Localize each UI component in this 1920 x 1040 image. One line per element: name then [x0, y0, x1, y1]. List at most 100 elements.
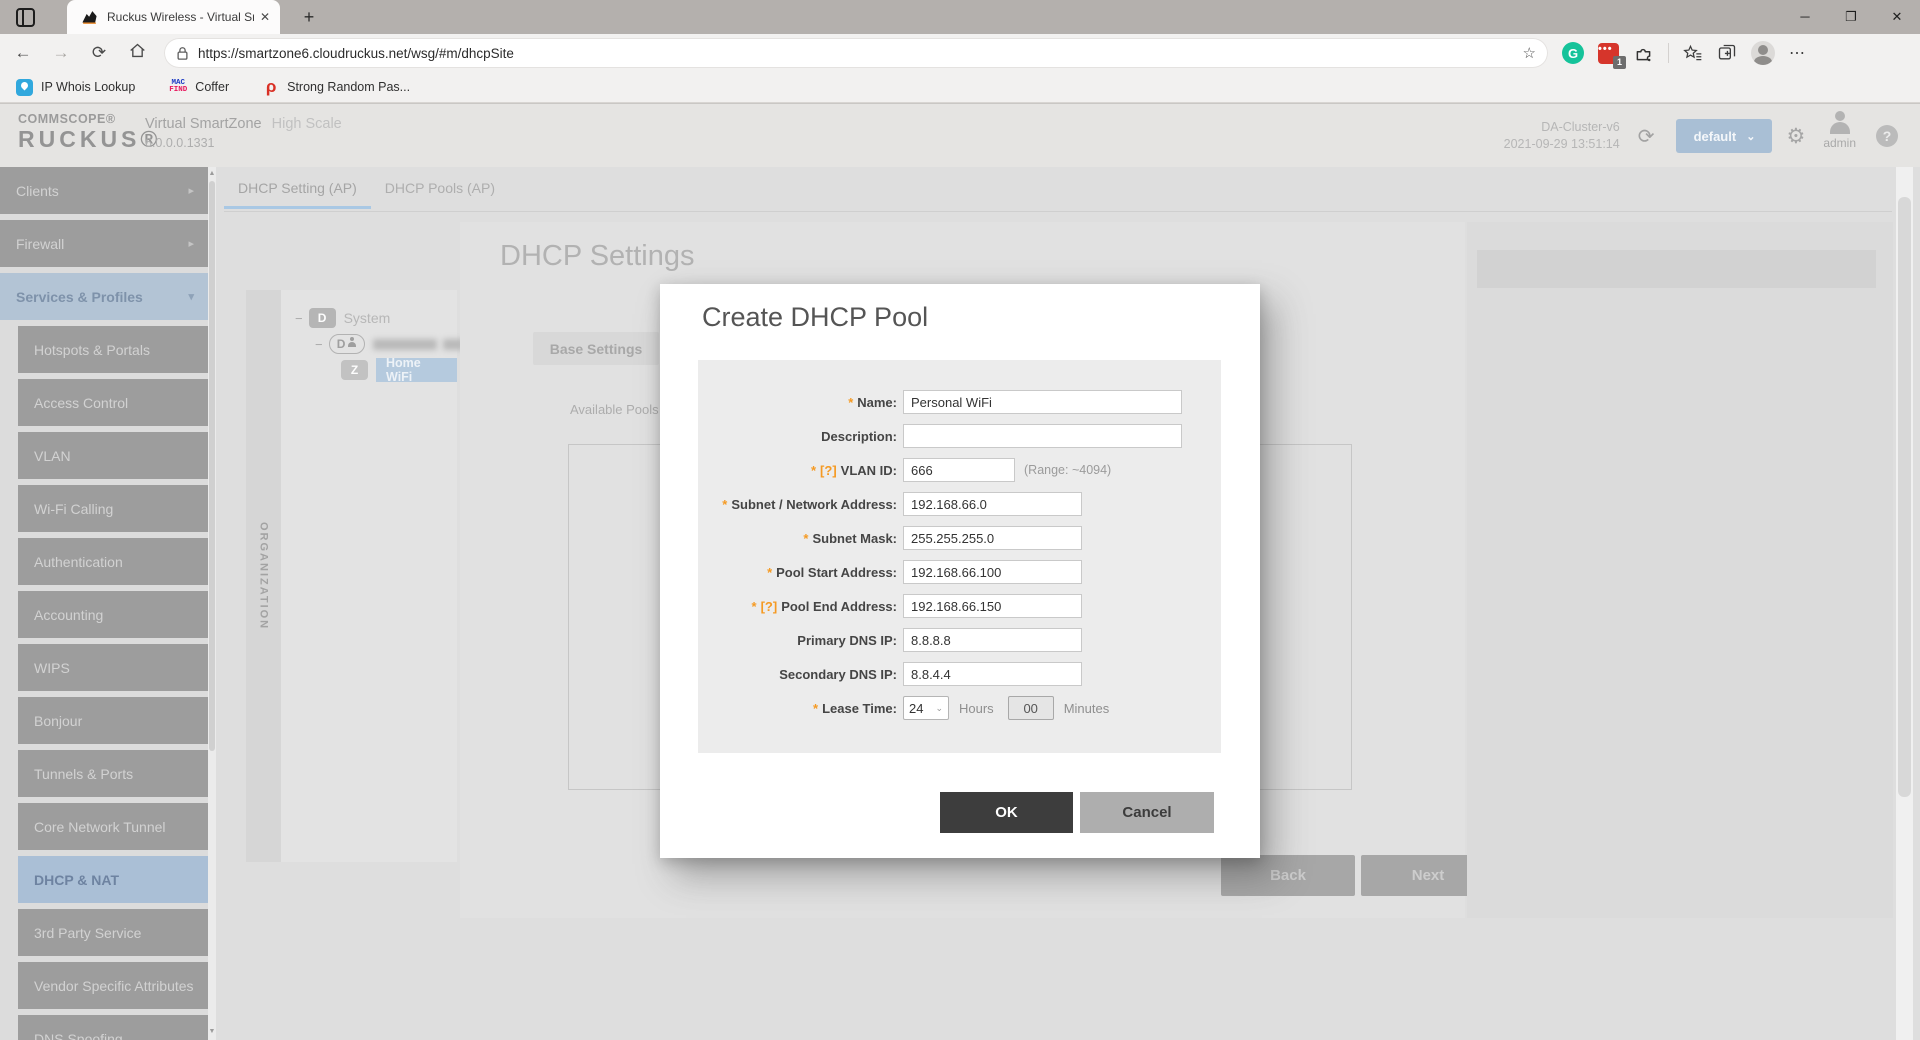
refresh-button[interactable]: ⟳ [84, 43, 114, 63]
address-bar[interactable]: https://smartzone6.cloudruckus.net/wsg/#… [164, 38, 1548, 68]
window-restore-button[interactable]: ❐ [1828, 0, 1874, 33]
url-text[interactable]: https://smartzone6.cloudruckus.net/wsg/#… [198, 46, 1523, 61]
scroll-up-icon[interactable]: ▲ [208, 170, 216, 177]
form-row-subnet-mask: *Subnet Mask: [698, 521, 1221, 555]
sidebar-scrollbar[interactable] [208, 167, 216, 1040]
sidebar-item-vlan[interactable]: VLAN [18, 432, 208, 479]
help-icon: [?] [761, 599, 778, 614]
sidebar-item-hotspots-portals[interactable]: Hotspots & Portals [18, 326, 208, 373]
base-settings-step[interactable]: Base Settings [533, 332, 659, 365]
home-button[interactable] [122, 42, 152, 64]
chevron-right-icon: ▸ [188, 237, 194, 250]
selected-zone[interactable]: Home WiFi [376, 358, 457, 382]
tab-close-icon[interactable]: ✕ [260, 10, 270, 24]
subnet-network-input[interactable] [903, 492, 1082, 516]
tab-dhcp-pools-ap[interactable]: DHCP Pools (AP) [371, 180, 509, 209]
sidebar-item-dhcp-nat[interactable]: DHCP & NAT [18, 856, 208, 903]
bookmark-coffer[interactable]: MAC FIND Coffer [169, 80, 229, 94]
collapse-icon[interactable]: − [315, 337, 323, 352]
sidebar-item-firewall[interactable]: Firewall ▸ [0, 220, 208, 267]
user-icon [1830, 122, 1850, 134]
name-input[interactable] [903, 390, 1182, 414]
domain-badge: D [309, 308, 336, 328]
organization-strip[interactable]: ORGANIZATION [246, 290, 281, 862]
sidebar-item-accounting[interactable]: Accounting [18, 591, 208, 638]
browser-tab[interactable]: Ruckus Wireless - Virtual SmartZ ✕ [67, 0, 280, 34]
extension-icon[interactable] [1633, 43, 1654, 64]
window-close-button[interactable]: ✕ [1874, 0, 1920, 33]
sidebar-item-bonjour[interactable]: Bonjour [18, 697, 208, 744]
sidebar-item-core-network-tunnel[interactable]: Core Network Tunnel [18, 803, 208, 850]
chevron-down-icon: ▾ [188, 290, 194, 303]
bookmark-strong-random[interactable]: ρ Strong Random Pas... [263, 79, 410, 95]
back-button[interactable]: Back [1221, 855, 1355, 896]
password-extension-icon[interactable]: ••• 1 [1598, 43, 1619, 64]
lease-hours-select[interactable]: 24 ⌄ [903, 696, 949, 720]
new-tab-button[interactable]: + [296, 4, 322, 30]
vlan-range-hint: (Range: ~4094) [1024, 463, 1111, 477]
subnet-mask-input[interactable] [903, 526, 1082, 550]
secondary-dns-input[interactable] [903, 662, 1082, 686]
admin-menu[interactable]: admin [1823, 122, 1856, 150]
sidebar-scrollbar-thumb[interactable] [209, 181, 215, 751]
description-input[interactable] [903, 424, 1182, 448]
collapse-icon[interactable]: − [295, 311, 303, 326]
sidebar-nav: Clients ▸ Firewall ▸ Services & Profiles… [0, 167, 208, 1040]
tabs-divider [224, 211, 1892, 212]
sidebar-item-wips[interactable]: WIPS [18, 644, 208, 691]
scroll-down-icon[interactable]: ▼ [208, 1028, 216, 1035]
ruckus-favicon-icon [81, 9, 98, 26]
redacted-zone-name [373, 339, 437, 350]
ruckus-logo: COMMSCOPE® RUCKUS® [18, 112, 161, 153]
bookmarks-bar: IP Whois Lookup MAC FIND Coffer ρ Strong… [0, 72, 1920, 103]
required-icon: * [767, 565, 772, 580]
form-row-pool-end: *[?]Pool End Address: [698, 589, 1221, 623]
sidebar-item-vendor-specific-attributes[interactable]: Vendor Specific Attributes [18, 962, 208, 1009]
sidebar-item-clients[interactable]: Clients ▸ [0, 167, 208, 214]
header-refresh-icon[interactable]: ⟳ [1638, 124, 1655, 149]
back-button[interactable]: ← [8, 43, 38, 63]
sidebar-item-dns-spoofing[interactable]: DNS Spoofing [18, 1015, 208, 1040]
tab-actions-icon[interactable] [16, 8, 35, 27]
grammarly-extension-icon[interactable]: G [1562, 42, 1584, 64]
sidebar-item-tunnels-ports[interactable]: Tunnels & Ports [18, 750, 208, 797]
gear-icon[interactable]: ⚙ [1786, 124, 1805, 149]
sidebar-item-wifi-calling[interactable]: Wi-Fi Calling [18, 485, 208, 532]
lease-minutes-input[interactable] [1008, 696, 1054, 720]
sidebar-item-authentication[interactable]: Authentication [18, 538, 208, 585]
extension-badge: 1 [1613, 56, 1626, 69]
pool-end-input[interactable] [903, 594, 1082, 618]
sidebar-item-3rd-party-service[interactable]: 3rd Party Service [18, 909, 208, 956]
ok-button[interactable]: OK [940, 792, 1073, 833]
window-minimize-button[interactable]: ─ [1782, 0, 1828, 33]
browser-menu-icon[interactable]: ⋯ [1789, 43, 1806, 63]
chevron-right-icon: ▸ [188, 184, 194, 197]
form-row-secondary-dns: Secondary DNS IP: [698, 657, 1221, 691]
form-row-primary-dns: Primary DNS IP: [698, 623, 1221, 657]
zone-selector-button[interactable]: default ⌄ [1676, 119, 1772, 153]
browser-tab-bar: Ruckus Wireless - Virtual SmartZ ✕ + ─ ❐… [0, 0, 1920, 34]
page-scrollbar[interactable] [1896, 167, 1913, 1040]
sidebar-item-access-control[interactable]: Access Control [18, 379, 208, 426]
sidebar-item-services-profiles[interactable]: Services & Profiles ▾ [0, 273, 208, 320]
tree-node-system[interactable]: − D System [295, 305, 390, 331]
page-scrollbar-thumb[interactable] [1898, 197, 1911, 797]
tree-node-domain[interactable]: − D [315, 331, 471, 357]
add-favorite-icon[interactable]: ☆ [1523, 44, 1536, 62]
tab-dhcp-setting-ap[interactable]: DHCP Setting (AP) [224, 180, 371, 209]
available-pools-label: Available Pools [570, 402, 659, 417]
bookmark-ip-whois[interactable]: IP Whois Lookup [16, 79, 135, 96]
product-info: Virtual SmartZone High Scale 6.0.0.0.133… [145, 116, 342, 150]
tree-node-home-wifi[interactable]: Z Home WiFi [341, 357, 457, 383]
primary-dns-input[interactable] [903, 628, 1082, 652]
favorites-icon[interactable] [1683, 43, 1703, 63]
right-panel [1467, 222, 1893, 918]
forward-button[interactable]: → [46, 43, 76, 63]
hours-label: Hours [959, 701, 994, 716]
cancel-button[interactable]: Cancel [1080, 792, 1214, 833]
collections-icon[interactable] [1717, 43, 1737, 63]
help-icon[interactable]: ? [1876, 125, 1898, 147]
profile-avatar[interactable] [1751, 41, 1775, 65]
vlan-id-input[interactable] [903, 458, 1015, 482]
pool-start-input[interactable] [903, 560, 1082, 584]
